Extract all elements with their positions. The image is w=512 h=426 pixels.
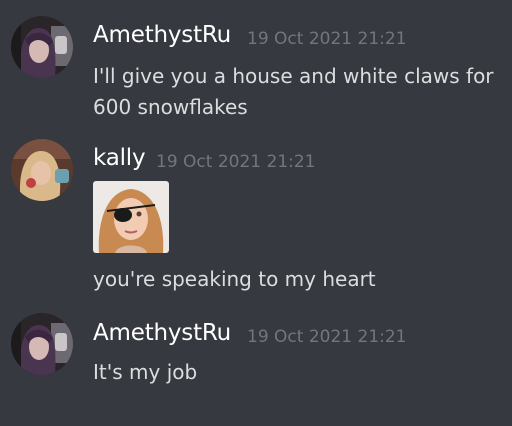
- user-avatar-blonde-icon: [11, 139, 73, 201]
- message-timestamp: 19 Oct 2021 21:21: [247, 29, 407, 49]
- user-avatar-purple-hair-icon: [11, 16, 73, 78]
- message-timestamp: 19 Oct 2021 21:21: [247, 327, 407, 347]
- author-name[interactable]: AmethystRu: [93, 320, 231, 346]
- author-name[interactable]: AmethystRu: [93, 22, 231, 48]
- user-avatar[interactable]: [11, 16, 73, 78]
- message-content: It's my job: [93, 360, 198, 384]
- user-avatar[interactable]: [11, 313, 73, 375]
- message-timestamp: 19 Oct 2021 21:21: [156, 152, 316, 172]
- message-content: I'll give you a house and white claws fo…: [93, 64, 494, 119]
- user-avatar-purple-hair-icon: [11, 313, 73, 375]
- image-attachment[interactable]: [93, 181, 169, 253]
- user-avatar[interactable]: [11, 139, 73, 201]
- image-attachment-eyepatch-selfie-icon: [93, 181, 169, 253]
- message-content: you're speaking to my heart: [93, 267, 376, 291]
- author-name[interactable]: kally: [93, 145, 146, 171]
